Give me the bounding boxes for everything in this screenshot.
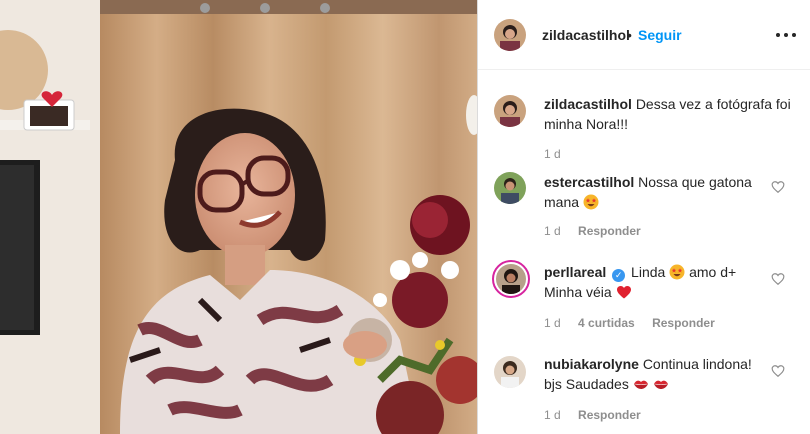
avatar-image (494, 19, 526, 51)
comment-time[interactable]: 1 d (544, 224, 561, 238)
heart-icon[interactable] (771, 364, 785, 378)
avatar[interactable] (494, 19, 526, 51)
comment-body-start: Linda (631, 264, 666, 280)
comment-text: perllareal ✓ Linda amo d+ Minha véia (544, 262, 768, 302)
avatar-image (494, 172, 526, 204)
kiss-mark-emoji-icon (633, 380, 648, 389)
caption-text: zildacastilhol Dessa vez a fotógrafa foi… (544, 94, 804, 134)
comment-meta: 1 d Responder (544, 224, 655, 238)
comment-username[interactable]: nubiakarolyne (544, 356, 639, 372)
photo-image (0, 0, 477, 434)
red-heart-emoji-icon (616, 286, 631, 299)
follow-button[interactable]: Seguir (638, 27, 682, 43)
avatar[interactable] (494, 356, 526, 388)
post-photo[interactable] (0, 0, 477, 434)
star-struck-emoji-icon (669, 264, 685, 280)
reply-button[interactable]: Responder (652, 316, 715, 330)
avatar[interactable] (494, 95, 526, 127)
post-side-panel: zildacastilhol • Seguir zildacastilhol D… (478, 0, 810, 434)
caption-time[interactable]: 1 d (544, 147, 561, 161)
reply-button[interactable]: Responder (578, 408, 641, 422)
comment-text: estercastilhol Nossa que gatona mana (544, 172, 768, 212)
reply-button[interactable]: Responder (578, 224, 641, 238)
comment-text: nubiakarolyne Continua lindona! bjs Saud… (544, 354, 768, 394)
heart-icon[interactable] (771, 180, 785, 194)
likes-count[interactable]: 4 curtidas (578, 316, 635, 330)
header-separator: • (627, 27, 632, 43)
avatar-image (494, 356, 526, 388)
star-struck-emoji-icon (583, 194, 599, 210)
caption-meta: 1 d (544, 147, 575, 161)
avatar[interactable] (494, 172, 526, 204)
avatar-story-ring[interactable] (492, 260, 530, 298)
header-username[interactable]: zildacastilhol (542, 27, 630, 43)
heart-icon[interactable] (771, 272, 785, 286)
comment-username[interactable]: estercastilhol (544, 174, 634, 190)
comment-username[interactable]: perllareal (544, 264, 606, 280)
comment-time[interactable]: 1 d (544, 316, 561, 330)
kiss-mark-emoji-icon (653, 380, 668, 389)
caption-username[interactable]: zildacastilhol (544, 96, 632, 112)
more-options-icon[interactable] (776, 26, 796, 44)
post-header: zildacastilhol • Seguir (478, 0, 810, 70)
comment-meta: 1 d Responder (544, 408, 655, 422)
avatar-image (494, 95, 526, 127)
verified-badge-icon: ✓ (612, 269, 626, 282)
comment-meta: 1 d 4 curtidas Responder (544, 316, 729, 330)
avatar-image (496, 264, 526, 294)
comment-time[interactable]: 1 d (544, 408, 561, 422)
